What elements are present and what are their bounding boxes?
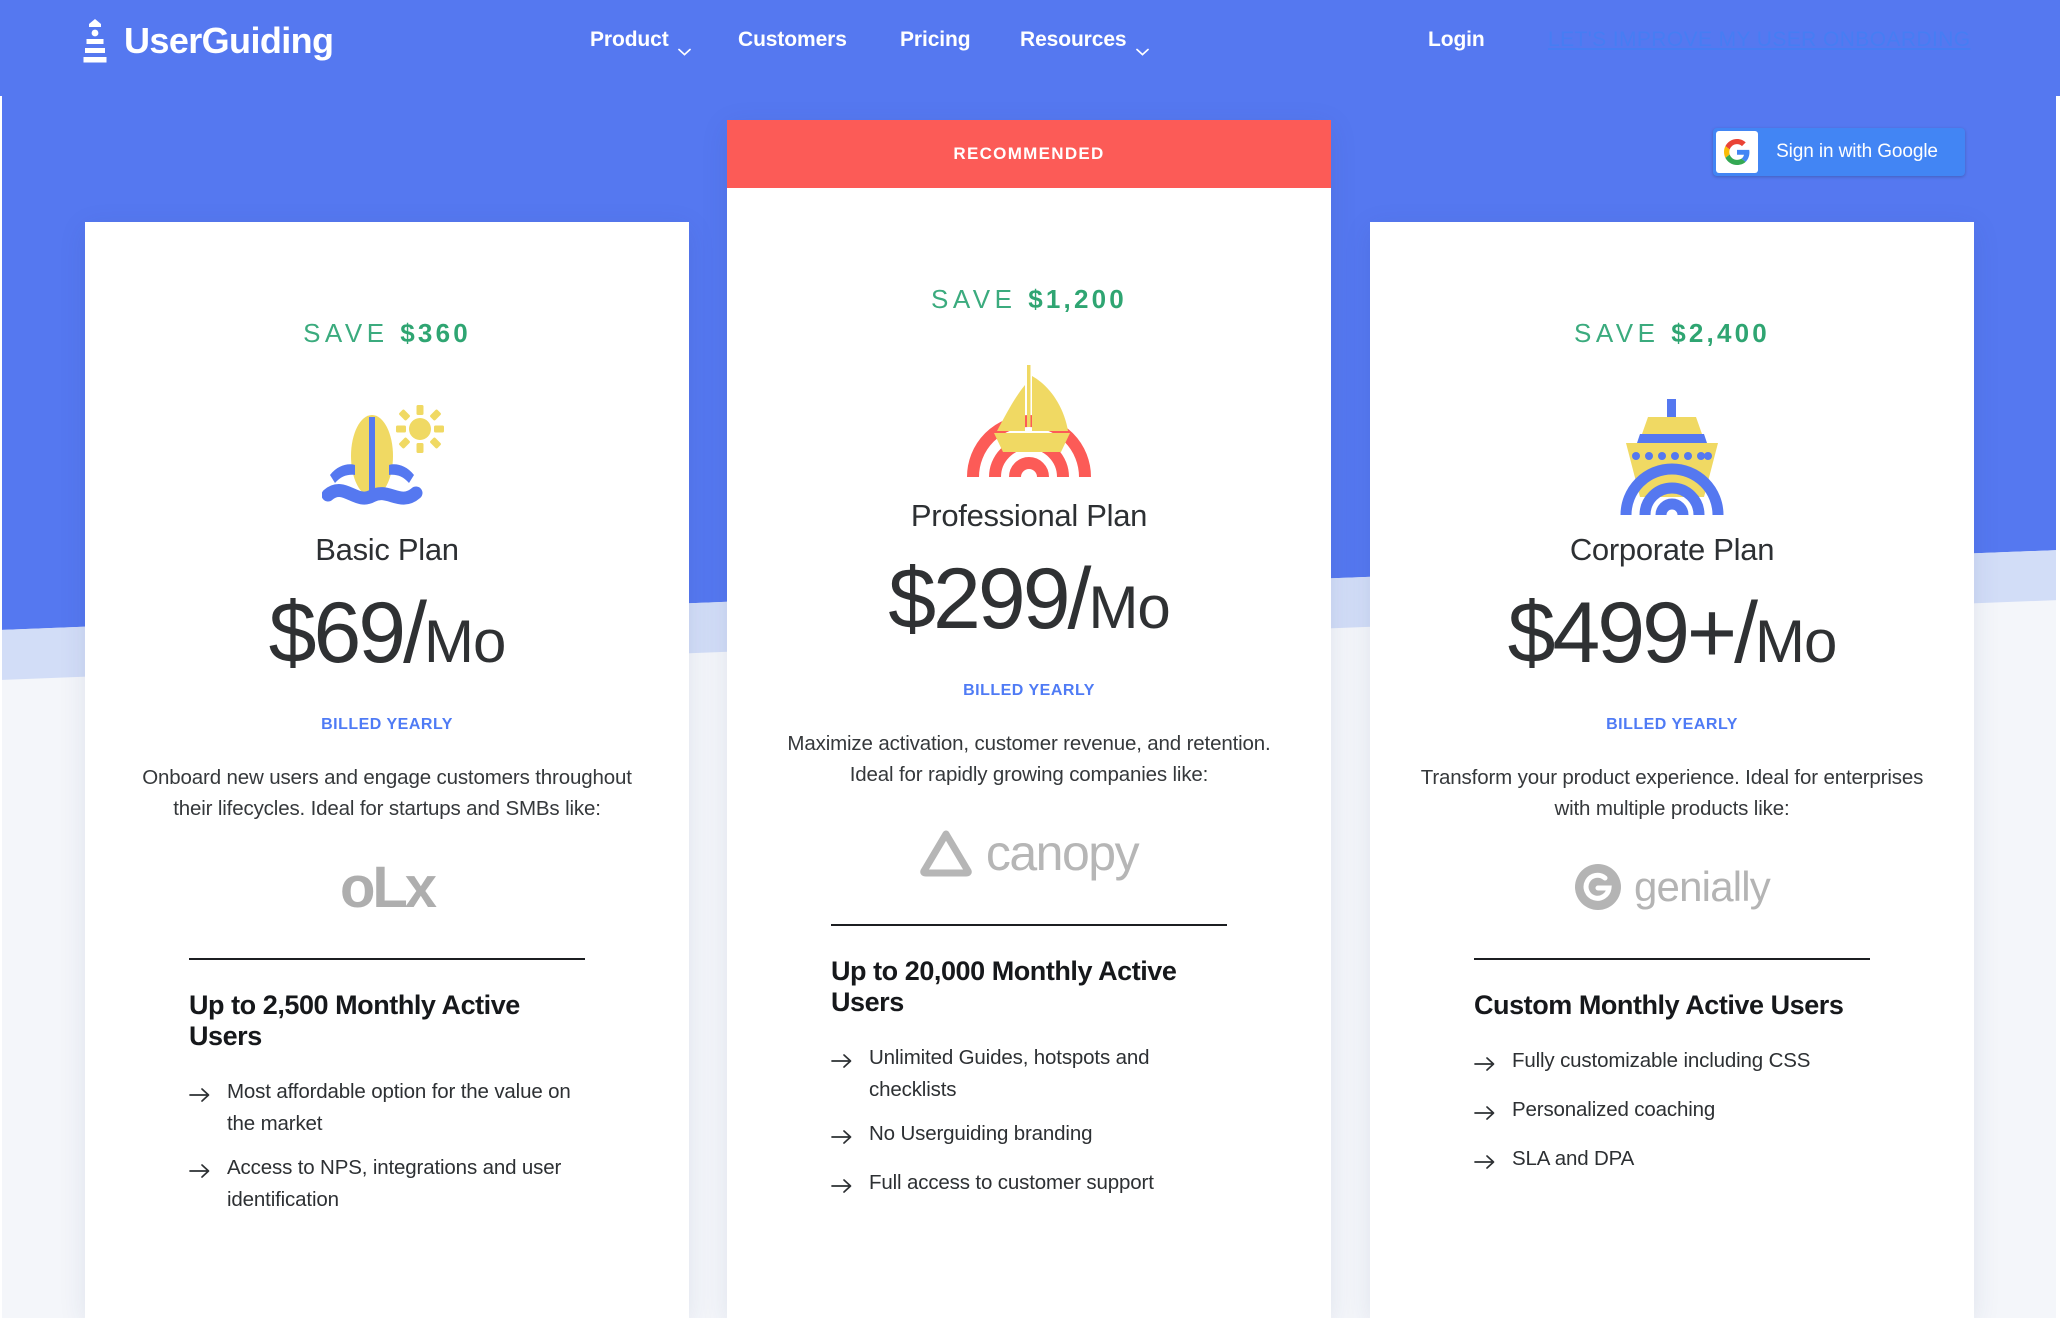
plan-name-professional: Professional Plan (910, 498, 1148, 533)
nav-item-product-label: Product (590, 28, 669, 51)
chevron-down-icon (1135, 36, 1149, 56)
brand-logo-link[interactable]: UserGuiding (80, 18, 334, 64)
plan-price-corporate: $499+/Mo (1370, 590, 1974, 676)
nav-item-product[interactable]: Product (590, 26, 691, 56)
nav-item-resources[interactable]: Resources (1020, 26, 1149, 56)
arrow-right-icon (189, 1081, 211, 1113)
nav-item-pricing-label: Pricing (900, 28, 971, 51)
arrow-right-icon (1474, 1148, 1496, 1180)
nav-item-login-label: Login (1428, 28, 1485, 51)
feature-item: Unlimited Guides, hotspots and checklist… (831, 1042, 1227, 1106)
card-divider (1474, 958, 1870, 960)
save-amount: $1,200 (1028, 284, 1127, 314)
feature-text: Personalized coaching (1512, 1098, 1716, 1121)
feature-list-professional: Unlimited Guides, hotspots and checklist… (831, 1042, 1227, 1204)
save-prefix: SAVE (931, 284, 1017, 314)
chevron-down-icon (677, 36, 691, 56)
cruise-ship-icon (1370, 393, 1974, 518)
plan-price-period: Mo (424, 608, 506, 675)
feature-text: SLA and DPA (1512, 1147, 1635, 1170)
feature-text: Most affordable option for the value on … (227, 1080, 571, 1135)
sign-in-with-google-button[interactable]: Sign in with Google (1713, 128, 1965, 176)
sign-in-with-google-label: Sign in with Google (1776, 141, 1938, 162)
plan-price-period: Mo (1755, 608, 1837, 675)
nav-item-pricing[interactable]: Pricing (900, 26, 971, 54)
plan-price-slash: / (1734, 585, 1758, 681)
feature-text: Unlimited Guides, hotspots and checklist… (869, 1046, 1150, 1101)
mau-title-professional: Up to 20,000 Monthly Active Users (831, 956, 1177, 1017)
plan-price-slash: / (1067, 551, 1092, 647)
save-prefix: SAVE (1574, 318, 1660, 348)
plan-price-period: Mo (1088, 574, 1170, 641)
feature-item: Access to NPS, integrations and user ide… (189, 1152, 585, 1216)
feature-item: Personalized coaching (1474, 1094, 1870, 1131)
plan-price-amount: $499+ (1507, 585, 1738, 681)
canopy-logo-text: canopy (985, 825, 1140, 881)
feature-list-basic: Most affordable option for the value on … (189, 1076, 585, 1216)
feature-item: SLA and DPA (1474, 1143, 1870, 1180)
sailboat-sunset-icon (727, 359, 1331, 484)
nav-cta-link[interactable]: LET'S IMPROVE MY USER ONBOARDING (1548, 26, 1971, 54)
plan-price-professional: $299/Mo (727, 556, 1331, 642)
genially-logo: genially (1370, 856, 1974, 918)
plan-description-professional: Maximize activation, customer revenue, a… (787, 732, 1271, 786)
arrow-right-icon (1474, 1099, 1496, 1131)
nav-item-customers[interactable]: Customers (738, 26, 847, 54)
save-amount: $2,400 (1671, 318, 1770, 348)
feature-text: Fully customizable including CSS (1512, 1049, 1811, 1072)
canopy-triangle-icon (920, 830, 972, 877)
plan-price-amount: $69 (268, 585, 406, 681)
top-navigation-bar: UserGuiding Product Customers Pricing Re… (0, 0, 2060, 96)
genially-mark-icon (1574, 864, 1621, 910)
billed-note-corporate: BILLED YEARLY (1606, 716, 1738, 733)
plan-name-basic: Basic Plan (315, 532, 459, 567)
save-line-professional: SAVE $1,200 (727, 284, 1331, 315)
recommended-badge: RECOMMENDED (727, 120, 1331, 188)
save-line-corporate: SAVE $2,400 (1370, 318, 1974, 349)
brand-name: UserGuiding (124, 20, 334, 61)
canopy-logo: canopy (727, 822, 1331, 884)
arrow-right-icon (831, 1172, 853, 1204)
olx-logo-text: oLx (339, 854, 437, 920)
arrow-right-icon (189, 1157, 211, 1189)
nav-item-customers-label: Customers (738, 28, 847, 51)
pricing-cards-container: SAVE $360 Basic Plan $69/Mo BILLED YEARL… (0, 0, 2060, 1318)
feature-list-corporate: Fully customizable including CSS Persona… (1474, 1045, 1870, 1180)
nav-item-resources-label: Resources (1020, 28, 1127, 51)
arrow-right-icon (1474, 1050, 1496, 1082)
pricing-card-corporate[interactable]: SAVE $2,400 Corporate Plan $499+/Mo BILL… (1370, 222, 1974, 1318)
plan-name-corporate: Corporate Plan (1569, 532, 1775, 567)
feature-item: No Userguiding branding (831, 1118, 1227, 1155)
arrow-right-icon (831, 1047, 853, 1079)
save-prefix: SAVE (303, 318, 389, 348)
surfboard-sun-icon (85, 393, 689, 518)
feature-text: No Userguiding branding (869, 1122, 1093, 1145)
arrow-right-icon (831, 1123, 853, 1155)
plan-description-corporate: Transform your product experience. Ideal… (1420, 766, 1924, 820)
billed-note-basic: BILLED YEARLY (321, 716, 453, 733)
plan-price-amount: $299 (888, 551, 1070, 647)
google-g-icon (1716, 131, 1758, 173)
save-line-basic: SAVE $360 (85, 318, 689, 349)
feature-item: Most affordable option for the value on … (189, 1076, 585, 1140)
pricing-card-basic[interactable]: SAVE $360 Basic Plan $69/Mo BILLED YEARL… (85, 222, 689, 1318)
feature-item: Full access to customer support (831, 1167, 1227, 1204)
nav-item-login[interactable]: Login (1428, 26, 1485, 54)
mau-title-corporate: Custom Monthly Active Users (1474, 990, 1844, 1020)
save-amount: $360 (400, 318, 471, 348)
lighthouse-logo-icon (80, 18, 110, 64)
pricing-card-professional[interactable]: RECOMMENDED SAVE $1,200 Professional Pla… (727, 120, 1331, 1318)
feature-text: Full access to customer support (869, 1171, 1154, 1194)
feature-text: Access to NPS, integrations and user ide… (227, 1156, 562, 1211)
mau-title-basic: Up to 2,500 Monthly Active Users (189, 990, 520, 1051)
genially-logo-text: genially (1633, 863, 1771, 910)
plan-price-slash: / (403, 585, 427, 681)
card-divider (189, 958, 585, 960)
feature-item: Fully customizable including CSS (1474, 1045, 1870, 1082)
plan-description-basic: Onboard new users and engage customers t… (142, 766, 632, 820)
plan-price-basic: $69/Mo (85, 590, 689, 676)
olx-logo: oLx (85, 854, 689, 920)
billed-note-professional: BILLED YEARLY (963, 682, 1095, 699)
card-divider (831, 924, 1227, 926)
